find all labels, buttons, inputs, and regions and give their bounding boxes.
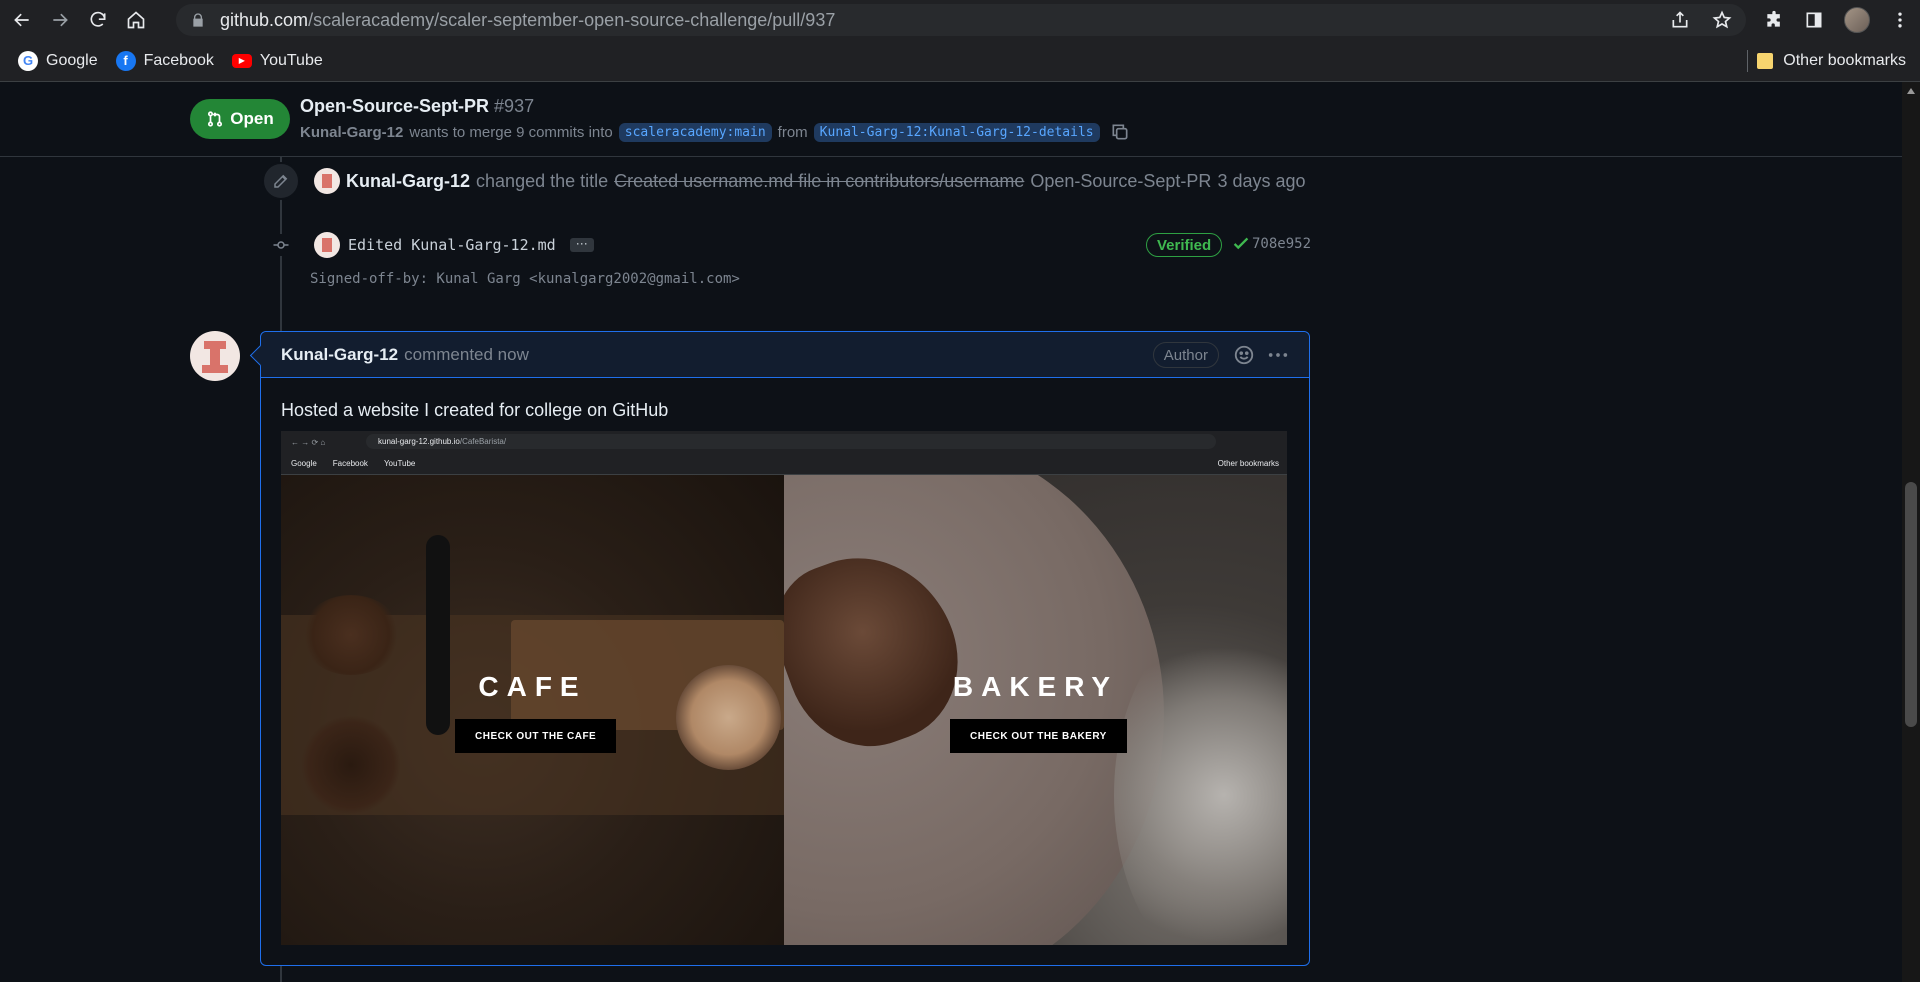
pr-number: #937 xyxy=(494,96,535,116)
pr-meta: Kunal-Garg-12 wants to merge 9 commits i… xyxy=(300,122,1130,142)
author-badge: Author xyxy=(1152,342,1219,368)
screenshot-url-path: /CafeBarista/ xyxy=(459,437,507,446)
head-branch[interactable]: Kunal-Garg-12:Kunal-Garg-12-details xyxy=(813,122,1100,142)
address-bar[interactable]: github.com/scaleracademy/scaler-septembe… xyxy=(176,4,1746,36)
pr-title-text: Open-Source-Sept-PR xyxy=(300,96,490,116)
pr-sticky-header: Open Open-Source-Sept-PR #937 Kunal-Garg… xyxy=(0,82,1902,157)
other-bookmarks-label: Other bookmarks xyxy=(1783,52,1906,69)
cafe-panel: CAFE CHECK OUT THE CAFE xyxy=(281,475,784,945)
screenshot-bookmark: YouTube xyxy=(383,459,416,468)
cafe-button: CHECK OUT THE CAFE xyxy=(455,719,617,753)
title-change-event: Kunal-Garg-12 changed the title Created … xyxy=(262,162,1306,200)
bookmark-google[interactable]: G Google xyxy=(18,50,98,71)
comment-avatar[interactable] xyxy=(190,331,240,381)
pr-merge-text: wants to merge 9 commits into xyxy=(409,123,613,141)
comment-author[interactable]: Kunal-Garg-12 xyxy=(281,345,398,365)
cafe-title: CAFE xyxy=(478,671,587,702)
smiley-icon[interactable] xyxy=(1233,344,1255,366)
expand-commit-button[interactable]: ··· xyxy=(569,237,594,252)
pr-state-label: Open xyxy=(230,109,274,128)
scrollbar-thumb[interactable] xyxy=(1905,482,1917,727)
browser-toolbar: github.com/scaleracademy/scaler-septembe… xyxy=(0,0,1920,40)
bookmarks-separator xyxy=(1747,50,1748,72)
screenshot-bookmarks-bar: Google Facebook YouTube Other bookmarks xyxy=(281,453,1287,475)
pr-state-badge: Open xyxy=(190,99,290,139)
git-commit-icon xyxy=(270,234,292,256)
screenshot-url-host: kunal-garg-12.github.io xyxy=(378,437,460,446)
pencil-icon xyxy=(262,162,300,200)
avatar[interactable] xyxy=(314,168,340,194)
comment-text: Hosted a website I created for college o… xyxy=(281,400,669,420)
folder-icon xyxy=(1757,53,1774,69)
event-time[interactable]: 3 days ago xyxy=(1217,171,1305,192)
bookmarks-bar: G Google f Facebook ▶ YouTube Other book… xyxy=(0,40,1920,82)
google-icon: G xyxy=(18,50,38,71)
url-text: github.com/scaleracademy/scaler-septembe… xyxy=(220,10,835,31)
arrow-left-icon xyxy=(14,13,29,27)
screenshot-bookmark: Facebook xyxy=(332,459,368,468)
verified-badge[interactable]: Verified xyxy=(1146,233,1223,257)
commit-signoff: Signed-off-by: Kunal Garg <kunalgarg2002… xyxy=(310,271,740,287)
bookmark-label: Google xyxy=(46,51,98,69)
star-icon[interactable] xyxy=(1712,10,1732,30)
reload-button[interactable] xyxy=(82,4,114,36)
share-icon[interactable] xyxy=(1670,10,1690,30)
github-pr-page: Open Open-Source-Sept-PR #937 Kunal-Garg… xyxy=(0,82,1902,982)
avatar[interactable] xyxy=(314,232,340,258)
kebab-menu-icon[interactable] xyxy=(1890,10,1910,30)
other-bookmarks[interactable]: Other bookmarks xyxy=(1757,40,1906,82)
reload-icon xyxy=(90,11,106,27)
bakery-button: CHECK OUT THE BAKERY xyxy=(950,719,1127,753)
extensions-icon[interactable] xyxy=(1764,10,1784,30)
arrow-right-icon xyxy=(53,13,68,27)
comment-header: Kunal-Garg-12 commented now Author xyxy=(261,332,1309,378)
back-button[interactable] xyxy=(6,4,38,36)
screenshot-hero: CAFE CHECK OUT THE CAFE BAKERY CHECK OUT… xyxy=(281,475,1287,945)
profile-avatar[interactable] xyxy=(1844,7,1870,33)
page-scrollbar[interactable] xyxy=(1902,82,1920,982)
screenshot-browser-toolbar: ← → ⟳ ⌂ kunal-garg-12.github.io/CafeBari… xyxy=(281,431,1287,453)
screenshot-nav-icons: ← → ⟳ ⌂ xyxy=(291,437,326,447)
bookmark-label: YouTube xyxy=(259,51,323,69)
event-actor[interactable]: Kunal-Garg-12 xyxy=(346,171,470,192)
event-action: changed the title xyxy=(476,170,609,191)
comment-meta[interactable]: commented now xyxy=(404,345,529,365)
home-button[interactable] xyxy=(120,4,152,36)
lock-icon xyxy=(190,12,208,28)
old-title: Created username.md file in contributors… xyxy=(614,170,1025,191)
commit-sha[interactable]: 708e952 xyxy=(1252,236,1311,252)
scroll-up-arrow-icon[interactable] xyxy=(1907,88,1915,94)
url-host: github.com xyxy=(220,9,309,30)
kebab-horizontal-icon[interactable] xyxy=(1267,344,1289,366)
copy-icon[interactable] xyxy=(1110,122,1130,142)
home-icon xyxy=(127,11,145,29)
comment-body: Hosted a website I created for college o… xyxy=(261,378,1309,945)
screenshot-url: kunal-garg-12.github.io/CafeBarista/ xyxy=(366,434,1216,449)
bookmark-facebook[interactable]: f Facebook xyxy=(115,50,214,71)
new-title: Open-Source-Sept-PR xyxy=(1030,170,1212,191)
base-branch[interactable]: scaleracademy:main xyxy=(618,122,772,142)
git-pull-request-icon xyxy=(208,111,223,127)
bakery-panel: BAKERY CHECK OUT THE BAKERY xyxy=(784,475,1287,945)
pr-title: Open-Source-Sept-PR #937 xyxy=(300,96,534,117)
screenshot-bookmark: Google xyxy=(291,459,317,468)
bakery-title: BAKERY xyxy=(952,671,1119,702)
screenshot-other-bookmarks: Other bookmarks xyxy=(1217,459,1279,468)
url-path: /scaleracademy/scaler-september-open-sou… xyxy=(308,9,836,30)
side-panel-icon[interactable] xyxy=(1804,10,1824,30)
youtube-icon: ▶ xyxy=(231,53,252,68)
forward-button[interactable] xyxy=(44,4,76,36)
pr-author-link[interactable]: Kunal-Garg-12 xyxy=(300,124,403,141)
bookmark-youtube[interactable]: ▶ YouTube xyxy=(231,51,323,70)
commit-message[interactable]: Edited Kunal-Garg-12.md xyxy=(348,236,556,254)
pr-from-text: from xyxy=(777,123,808,141)
check-icon xyxy=(1233,237,1249,250)
comment-box: Kunal-Garg-12 commented now Author Hoste… xyxy=(260,331,1310,966)
embedded-screenshot[interactable]: ← → ⟳ ⌂ kunal-garg-12.github.io/CafeBari… xyxy=(281,431,1287,945)
facebook-icon: f xyxy=(115,50,136,71)
bookmark-label: Facebook xyxy=(143,51,214,69)
commit-row: Edited Kunal-Garg-12.md ··· Verified 708… xyxy=(270,228,1311,262)
